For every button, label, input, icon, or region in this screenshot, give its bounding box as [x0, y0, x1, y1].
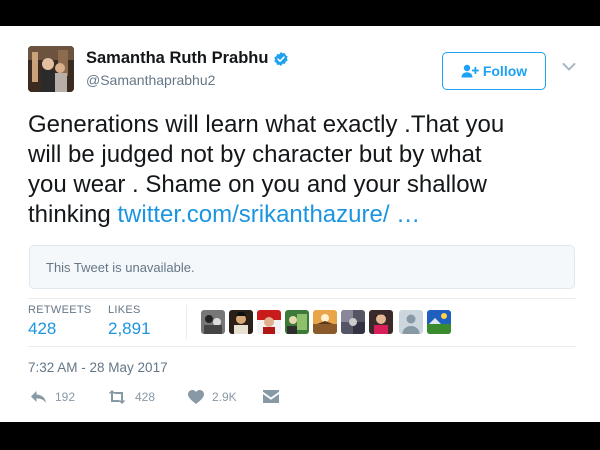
- follow-button[interactable]: Follow: [442, 52, 546, 90]
- tweet-text-line: thinking twitter.com/srikanthazure/ …: [28, 200, 578, 230]
- reply-button[interactable]: 192: [30, 390, 75, 404]
- liker-avatar[interactable]: [341, 310, 365, 334]
- follow-label: Follow: [482, 63, 528, 79]
- stats-top-divider: [28, 298, 576, 299]
- retweets-count: 428: [28, 319, 57, 338]
- liker-avatar[interactable]: [229, 310, 253, 334]
- liker-avatar[interactable]: [427, 310, 451, 334]
- user-handle[interactable]: @Samanthaprabhu2: [86, 72, 215, 88]
- liker-avatar[interactable]: [313, 310, 337, 334]
- display-name[interactable]: Samantha Ruth Prabhu: [86, 49, 268, 68]
- tweet-text-line: you wear . Shame on you and your shallow: [28, 171, 487, 198]
- author-name-row[interactable]: Samantha Ruth Prabhu: [86, 49, 289, 68]
- liker-avatar[interactable]: [369, 310, 393, 334]
- envelope-icon: [263, 390, 279, 403]
- liker-avatar[interactable]: [399, 310, 423, 334]
- tweet-text: Generations will learn what exactly .Tha…: [28, 110, 578, 230]
- retweets-label: RETWEETS: [28, 304, 92, 316]
- reply-count: 192: [55, 390, 76, 404]
- tweet-link[interactable]: twitter.com/srikanthazure/ …: [117, 201, 420, 228]
- tweet-text-segment: thinking: [28, 201, 118, 228]
- likes-stat[interactable]: LIKES 2,891: [108, 304, 151, 339]
- liker-avatar[interactable]: [201, 310, 225, 334]
- tweet-text-line: will be judged not by character but by w…: [28, 141, 482, 168]
- retweet-icon: [108, 390, 126, 404]
- retweet-button[interactable]: 428: [107, 390, 155, 404]
- chevron-down-icon[interactable]: [562, 62, 576, 72]
- tweet-timestamp[interactable]: 7:32 AM - 28 May 2017: [28, 360, 168, 375]
- verified-badge-icon: [274, 51, 289, 66]
- screenshot-frame: Samantha Ruth Prabhu @Samanthaprabhu2 Fo…: [0, 0, 600, 450]
- stats-separator: [186, 305, 187, 339]
- retweets-stat[interactable]: RETWEETS 428: [28, 304, 92, 339]
- like-count: 2.9K: [212, 390, 237, 404]
- likes-count: 2,891: [108, 319, 151, 338]
- like-button[interactable]: 2.9K: [188, 390, 237, 404]
- add-user-icon: [461, 64, 479, 78]
- direct-message-button[interactable]: [263, 390, 279, 403]
- reply-icon: [31, 391, 46, 403]
- quoted-tweet-unavailable-text: This Tweet is unavailable.: [46, 260, 195, 275]
- retweet-count: 428: [135, 390, 156, 404]
- heart-icon: [188, 390, 204, 404]
- likes-label: LIKES: [108, 304, 141, 316]
- liker-avatar[interactable]: [257, 310, 281, 334]
- stats-bottom-divider: [28, 346, 576, 347]
- quoted-tweet-box[interactable]: This Tweet is unavailable.: [29, 245, 575, 289]
- tweet-text-line: Generations will learn what exactly .Tha…: [28, 111, 505, 138]
- liker-avatar[interactable]: [285, 310, 309, 334]
- avatar[interactable]: [28, 46, 74, 92]
